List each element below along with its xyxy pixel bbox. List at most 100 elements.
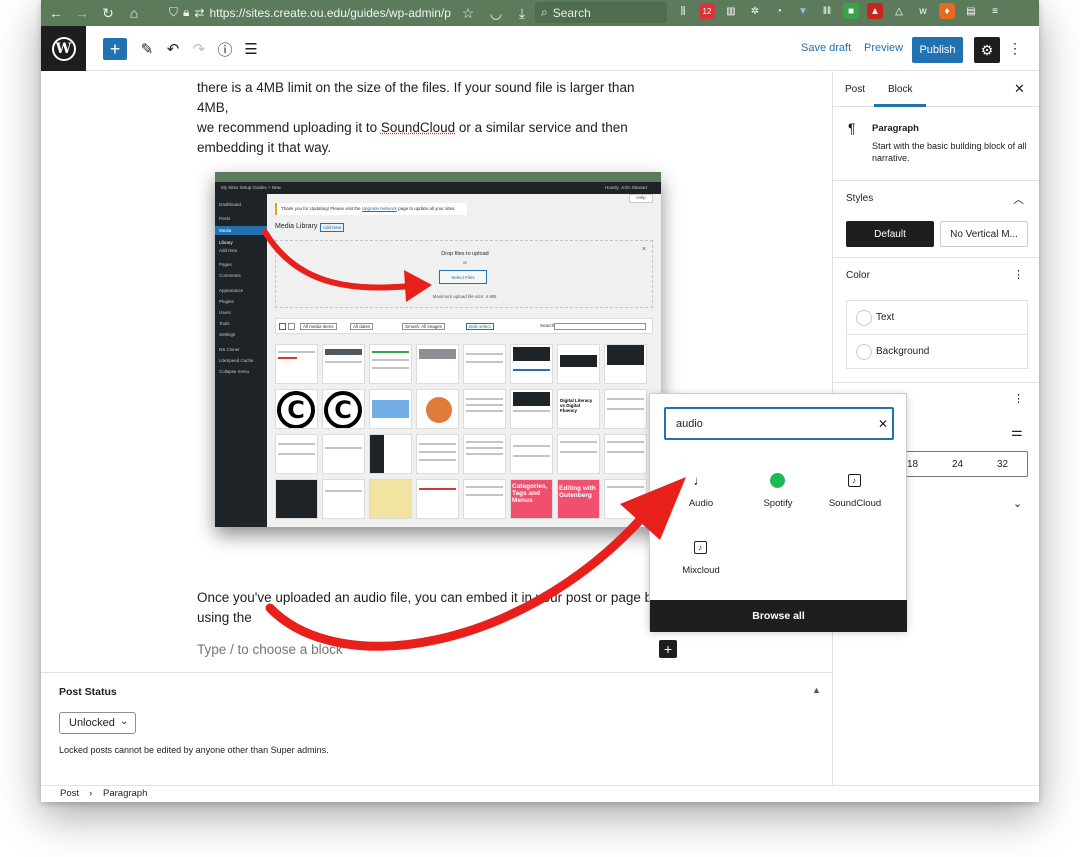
shot-main-area: Help Thank you for Updating! Please visi… <box>267 194 661 527</box>
lock-icon: 🔒︎ <box>183 5 190 19</box>
breadcrumb: Post › Paragraph <box>41 785 1039 802</box>
post-status-panel: Post Status ▲ Unlocked ⌄ Locked posts ca… <box>41 672 832 785</box>
chevron-up-icon[interactable]: ︿ <box>1013 191 1024 207</box>
permissions-icon: ⇄ <box>194 5 205 20</box>
inline-inserter-button[interactable]: + <box>659 640 677 658</box>
advanced-chevron-down-icon[interactable]: ⌄ <box>1013 497 1022 510</box>
block-item-audio[interactable]: ♩ Audio <box>662 466 740 526</box>
block-item-spotify[interactable]: Spotify <box>739 466 817 526</box>
w-icon[interactable]: w <box>915 3 931 19</box>
post-status-title: Post Status <box>59 686 117 698</box>
mail-badge-icon[interactable]: 12 <box>699 3 715 19</box>
redo-icon[interactable]: ↷ <box>188 38 210 60</box>
font-size-24[interactable]: 24 <box>952 459 963 470</box>
publish-button[interactable]: Publish <box>912 37 963 63</box>
home-icon[interactable]: ⌂ <box>123 2 145 24</box>
clear-search-icon[interactable]: ✕ <box>878 417 888 431</box>
address-bar[interactable]: ⛉ 🔒︎ ⇄ https://sites.create.ou.edu/guide… <box>169 2 475 23</box>
back-icon[interactable]: ← <box>45 2 67 24</box>
gear-extension-icon[interactable]: ✲ <box>747 3 763 19</box>
block-search-input[interactable]: audio ✕ <box>664 407 894 440</box>
breadcrumb-separator: › <box>89 788 93 799</box>
browser-window: ← → ↻ ⌂ ⛉ 🔒︎ ⇄ https://sites.create.ou.e… <box>41 0 1039 802</box>
chevron-down-icon: ⌄ <box>120 716 129 727</box>
forward-icon[interactable]: → <box>71 2 93 24</box>
browser-toolbar: ← → ↻ ⌂ ⛉ 🔒︎ ⇄ https://sites.create.ou.e… <box>41 0 1039 26</box>
style-default-button[interactable]: Default <box>846 221 934 247</box>
shot-browser-bar <box>215 172 661 182</box>
library-icon[interactable]: ⫼ <box>675 3 691 19</box>
soundcloud-icon: ♪ <box>845 471 863 489</box>
shot-admin-bar: My Sites Setup Guides + New Howdy, John … <box>215 182 661 194</box>
breadcrumb-paragraph[interactable]: Paragraph <box>103 788 147 799</box>
style-no-vertical-button[interactable]: No Vertical M... <box>940 221 1028 247</box>
clock-icon[interactable]: ◔ <box>771 3 787 19</box>
shot-update-notice: Thank you for Updating! Please visit the… <box>275 203 467 215</box>
shield-ext-icon[interactable]: ▼ <box>795 3 811 19</box>
drive-icon[interactable]: △ <box>891 3 907 19</box>
breadcrumb-post[interactable]: Post <box>60 788 79 799</box>
menu-icon[interactable]: ≡ <box>987 3 1003 19</box>
close-icon[interactable]: ✕ <box>1014 81 1025 97</box>
bookmark-star-icon[interactable]: ☆ <box>457 2 479 24</box>
list-view-icon[interactable]: ☰ <box>240 38 262 60</box>
lock-status-select[interactable]: Unlocked ⌄ <box>59 712 136 734</box>
block-title: Paragraph <box>872 123 919 134</box>
wordpress-logo-icon[interactable]: W <box>41 26 86 71</box>
background-swatch-icon <box>856 344 872 360</box>
block-card: ¶ Paragraph Start with the basic buildin… <box>833 107 1039 181</box>
settings-gear-icon[interactable]: ⚙ <box>974 37 1000 63</box>
tab-block[interactable]: Block <box>888 84 912 95</box>
shot-admin-menu: Dashboard Posts Media Library Add New Pa… <box>215 194 267 527</box>
audio-note-icon: ♩ <box>693 472 707 488</box>
extension-icons: ⫼ 12 ▥ ✲ ◔ ▼ ǁǁ ■ ▲ △ w ♦ ▤ ≡ <box>675 3 1003 19</box>
color-options-icon[interactable]: ⋮ <box>1013 268 1024 281</box>
preview-button[interactable]: Preview <box>864 42 903 54</box>
more-options-icon[interactable]: ⋮ <box>1008 40 1022 57</box>
color-background-option[interactable]: Background <box>846 334 1028 369</box>
spotify-icon <box>768 471 786 489</box>
pdf-icon[interactable]: ▲ <box>867 3 883 19</box>
shot-filter-bar: All media items All dates Smush: All ima… <box>275 318 653 334</box>
sliders-icon[interactable]: ⚌ <box>1011 424 1023 440</box>
styles-title[interactable]: Styles <box>846 193 873 204</box>
undo-icon[interactable]: ↶ <box>162 38 184 60</box>
intro-paragraph[interactable]: there is a 4MB limit on the size of the … <box>197 78 667 158</box>
download-icon[interactable]: ⤓ <box>511 2 533 24</box>
tab-post[interactable]: Post <box>845 84 865 95</box>
sidebar-icon[interactable]: ▥ <box>723 3 739 19</box>
font-size-32[interactable]: 32 <box>997 459 1008 470</box>
pocket-icon[interactable]: ◡ <box>485 2 507 24</box>
lock-help-text: Locked posts cannot be edited by anyone … <box>59 745 329 755</box>
green-ext-icon[interactable]: ■ <box>843 3 859 19</box>
block-description: Start with the basic building block of a… <box>872 141 1027 163</box>
mixcloud-icon: ♪ <box>691 538 709 556</box>
block-placeholder[interactable]: Type / to choose a block <box>197 642 343 657</box>
embed-paragraph[interactable]: Once you've uploaded an audio file, you … <box>197 588 667 628</box>
color-panel: Color ⋮ Text Background <box>833 258 1039 383</box>
color-text-option[interactable]: Text <box>846 300 1028 335</box>
block-item-mixcloud[interactable]: ♪ Mixcloud <box>662 533 740 593</box>
block-item-soundcloud[interactable]: ♪ SoundCloud <box>816 466 894 526</box>
bars-icon[interactable]: ǁǁ <box>819 3 835 19</box>
block-inserter-button[interactable]: + <box>103 38 127 60</box>
typography-options-icon[interactable]: ⋮ <box>1013 392 1024 405</box>
shield-icon: ⛉ <box>169 5 179 19</box>
font-size-18[interactable]: 18 <box>907 459 918 470</box>
browser-search[interactable]: ⌕ Search <box>535 2 667 23</box>
page-icon[interactable]: ▤ <box>963 3 979 19</box>
sidebar-tabs: Post Block ✕ <box>833 72 1039 107</box>
shot-media-grid: C C Digital Literacy vs Digital Fluency <box>275 344 653 527</box>
url-text: https://sites.create.ou.edu/guides/wp-ad… <box>209 5 451 20</box>
reload-icon[interactable]: ↻ <box>97 2 119 24</box>
save-draft-button[interactable]: Save draft <box>801 42 851 54</box>
soundcloud-link[interactable]: SoundCloud <box>381 120 455 135</box>
flame-icon[interactable]: ♦ <box>939 3 955 19</box>
browse-all-button[interactable]: Browse all <box>650 600 907 632</box>
media-library-screenshot-image[interactable]: My Sites Setup Guides + New Howdy, John … <box>215 172 661 527</box>
details-icon[interactable]: ⓘ <box>214 38 236 60</box>
collapse-caret-icon[interactable]: ▲ <box>812 685 821 695</box>
pen-tool-icon[interactable]: ✎ <box>136 38 158 60</box>
paragraph-icon: ¶ <box>848 120 856 136</box>
styles-panel: Styles ︿ Default No Vertical M... <box>833 181 1039 258</box>
